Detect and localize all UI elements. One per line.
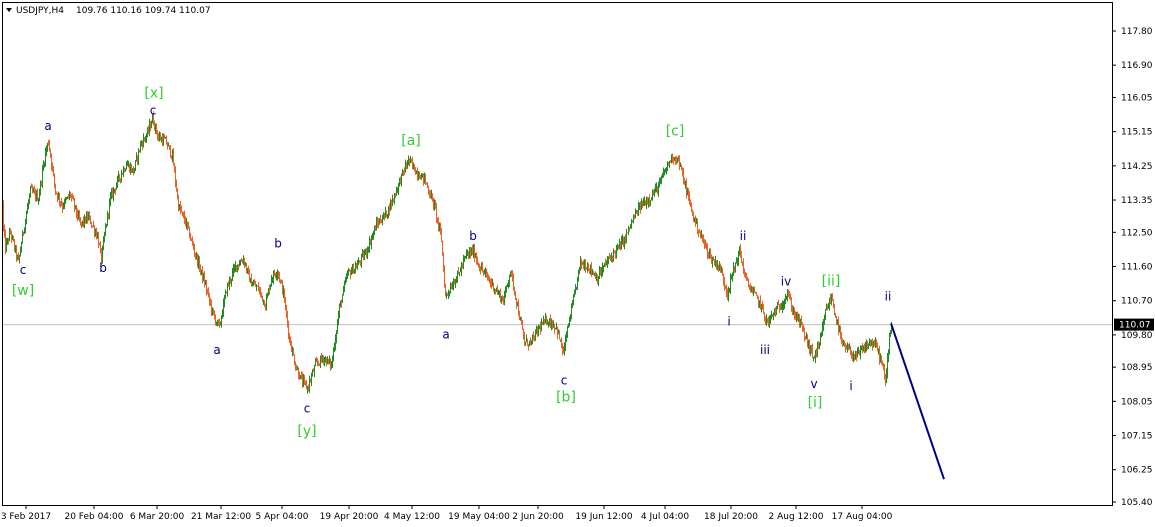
y-tick-label: 114.25 <box>1121 162 1153 172</box>
wave-label-major: [w] <box>12 283 34 299</box>
y-tick-label: 108.05 <box>1121 397 1153 407</box>
y-tick-label: 106.25 <box>1121 466 1153 476</box>
x-tick-label: 2 Jun 20:00 <box>512 512 564 522</box>
wave-label-minor: c <box>304 402 311 416</box>
wave-label-major: [x] <box>144 85 163 101</box>
chart-background <box>0 0 1155 527</box>
y-tick-label: 112.50 <box>1121 228 1153 238</box>
x-tick-label: 19 Apr 20:00 <box>320 512 379 522</box>
wave-label-major: [c] <box>666 123 685 139</box>
wave-label-minor: a <box>213 343 220 357</box>
wave-label-minor: a <box>442 328 449 342</box>
wave-label-minor: b <box>99 261 107 275</box>
ohlc-readout: 109.76 110.16 109.74 110.07 <box>76 6 211 16</box>
x-tick-label: 4 May 12:00 <box>384 512 440 522</box>
symbol-label: USDJPY,H4 <box>16 6 64 16</box>
wave-label-minor: ii <box>740 229 747 243</box>
wave-label-minor: ii <box>885 290 892 304</box>
wave-label-minor: iv <box>781 274 791 288</box>
x-tick-label: 19 May 04:00 <box>448 512 510 522</box>
wave-label-major: [a] <box>401 133 421 149</box>
wave-label-major: [b] <box>556 389 576 405</box>
x-tick-label: 6 Mar 20:00 <box>130 512 185 522</box>
y-tick-label: 109.80 <box>1121 331 1153 341</box>
y-tick-label: 111.60 <box>1121 263 1153 273</box>
wave-label-minor: c <box>20 263 27 277</box>
price-chart[interactable]: ac[w]b[x]cabc[y][a]abc[b][c]iiiiiiiv [ii]… <box>0 0 1155 527</box>
x-tick-label: 20 Feb 04:00 <box>64 512 123 522</box>
y-tick-label: 105.40 <box>1121 498 1153 508</box>
wave-label-minor: i <box>849 379 852 393</box>
wave-label-minor: a <box>44 119 51 133</box>
y-tick-label: 108.95 <box>1121 363 1153 373</box>
x-tick-label: 17 Aug 04:00 <box>832 512 893 522</box>
wave-label-minor: b <box>274 237 282 251</box>
wave-label-minor: b <box>469 229 477 243</box>
y-tick-label: 110.70 <box>1121 297 1153 307</box>
y-tick-label: 115.15 <box>1121 128 1153 138</box>
wave-label-minor: c <box>561 373 568 387</box>
x-tick-label: 18 Jul 20:00 <box>704 512 758 522</box>
wave-label-major: [y] <box>297 424 316 440</box>
x-tick-label: 21 Mar 12:00 <box>191 512 251 522</box>
wave-label-minor: v <box>810 377 817 391</box>
y-tick-label: 116.90 <box>1121 61 1153 71</box>
chart-header: USDJPY,H4 109.76 110.16 109.74 110.07 <box>6 6 211 16</box>
wave-label-major: [i] <box>808 395 823 411</box>
wave-label-minor: iii <box>760 343 770 357</box>
wave-label-minor: i <box>727 314 730 328</box>
x-tick-label: 5 Apr 04:00 <box>256 512 309 522</box>
wave-label-major: [ii] <box>822 273 841 289</box>
x-tick-label: 2 Aug 12:00 <box>769 512 824 522</box>
current-price-label: 110.07 <box>1119 321 1151 331</box>
y-tick-label: 113.35 <box>1121 196 1153 206</box>
x-tick-label: 19 Jun 12:00 <box>575 512 632 522</box>
y-tick-label: 116.05 <box>1121 93 1153 103</box>
x-tick-label: 3 Feb 2017 <box>1 512 51 522</box>
x-tick-label: 4 Jul 04:00 <box>641 512 690 522</box>
wave-label-minor: c <box>150 104 157 118</box>
y-tick-label: 117.80 <box>1121 27 1153 37</box>
y-tick-label: 107.15 <box>1121 432 1153 442</box>
